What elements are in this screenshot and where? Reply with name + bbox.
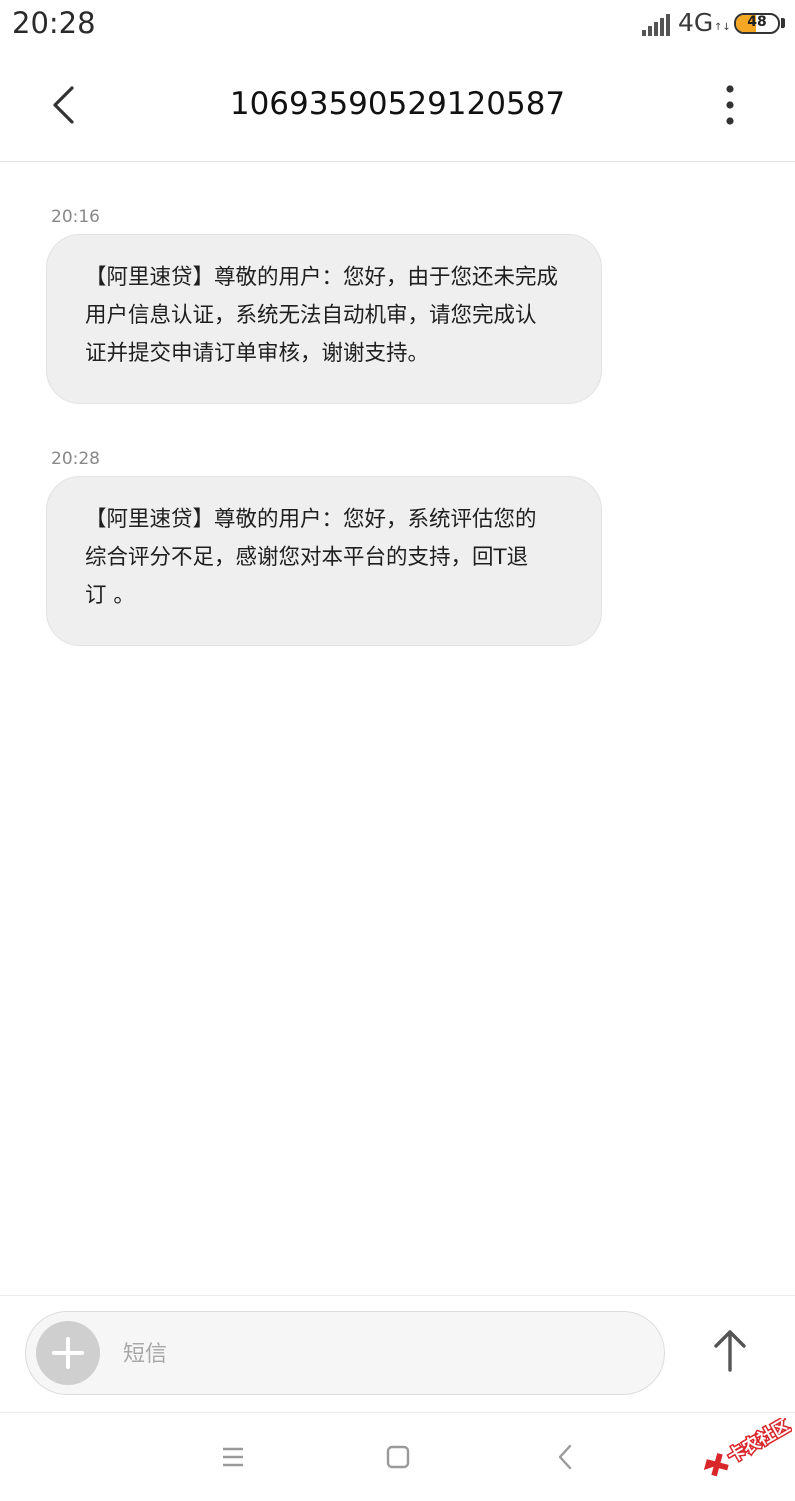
back-triangle-icon [558,1444,572,1470]
message-line: 证并提交申请订单审核，谢谢支持。 [85,341,430,366]
compose-field-container [25,1311,665,1395]
battery-cap [781,18,785,28]
watermark-text: 卡农社区 [724,1418,792,1467]
message-line: 【阿里速贷】尊敬的用户：您好，由于您还未完成 [85,265,559,290]
message-timestamp: 20:28 [51,449,100,469]
system-nav-bar [0,1412,795,1501]
conversation-header: 10693590529120587 [0,52,795,162]
menu-icon [223,1447,243,1467]
message-line: 用户信息认证，系统无法自动机审，请您完成认 [85,303,537,328]
watermark-logo: 卡农社区 [703,1418,792,1477]
home-square-icon [386,1445,410,1469]
message-bubble[interactable]: 【阿里速贷】尊敬的用户：您好，由于您还未完成 用户信息认证，系统无法自动机审，请… [46,234,602,404]
more-options-button[interactable] [712,82,748,128]
menu-button[interactable] [213,1439,253,1475]
message-bubble[interactable]: 【阿里速贷】尊敬的用户：您好，系统评估您的 综合评分不足，感谢您对本平台的支持，… [46,476,602,646]
add-attachment-button[interactable] [36,1321,100,1385]
status-bar: 20:28 4G ↑↓ 48 [0,0,795,52]
plus-icon [52,1337,84,1369]
home-button[interactable] [378,1439,418,1475]
battery-level: 48 [747,14,767,30]
message-line: 订 。 [85,583,135,608]
more-vertical-icon [726,85,734,125]
network-activity-icon: ↑↓ [714,22,731,33]
send-button[interactable] [706,1324,754,1380]
message-line: 综合评分不足，感谢您对本平台的支持，回T退 [85,545,529,570]
battery-icon: 48 [734,13,780,34]
sms-input[interactable] [121,1328,625,1380]
message-line: 【阿里速贷】尊敬的用户：您好，系统评估您的 [85,507,537,532]
contact-number: 10693590529120587 [229,86,566,122]
network-type: 4G [678,8,714,37]
message-timestamp: 20:16 [51,207,100,227]
signal-icon [642,14,670,36]
nav-back-button[interactable] [545,1439,585,1475]
message-composer [0,1295,795,1412]
arrow-up-icon [714,1330,746,1372]
status-time: 20:28 [12,6,96,40]
